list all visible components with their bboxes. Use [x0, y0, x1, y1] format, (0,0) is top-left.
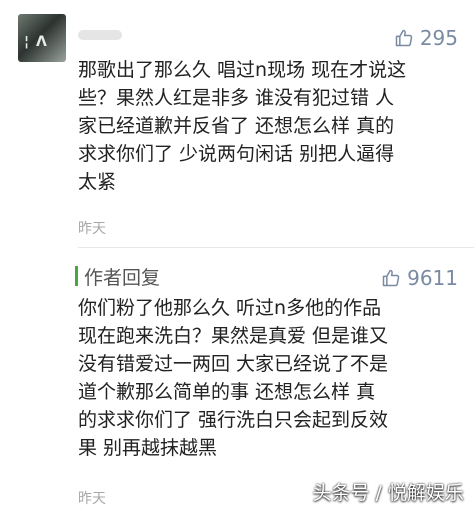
divider [78, 247, 474, 248]
reply-time: 昨天 [78, 491, 106, 507]
thumbs-up-icon [382, 269, 400, 287]
reply-like-button[interactable]: 9611 [381, 266, 458, 290]
watermark: 头条号 / 悦解娱乐 [312, 482, 464, 504]
avatar-glyph: ¦ Ʌ [24, 34, 48, 50]
reply-label: 作者回复 [84, 267, 161, 289]
reply-text: 你们粉了他那么久 听过n多他的作品 现在跑来洗白？果然是真爱 但是谁又 没有错爱… [78, 297, 389, 459]
thumbs-up-icon [395, 29, 413, 47]
comment-username-blurred[interactable] [78, 30, 122, 40]
reply-accent-bar [75, 266, 78, 286]
comment-time: 昨天 [78, 221, 106, 237]
comment-like-button[interactable]: 295 [394, 26, 458, 50]
comment-text: 那歌出了那么久 唱过n现场 现在才说这 些？果然人红是非多 谁没有犯过错 人 家… [78, 59, 407, 193]
comment-like-count: 295 [419, 26, 458, 50]
comment-avatar[interactable]: ¦ Ʌ [18, 14, 66, 62]
reply-like-count: 9611 [407, 266, 458, 290]
